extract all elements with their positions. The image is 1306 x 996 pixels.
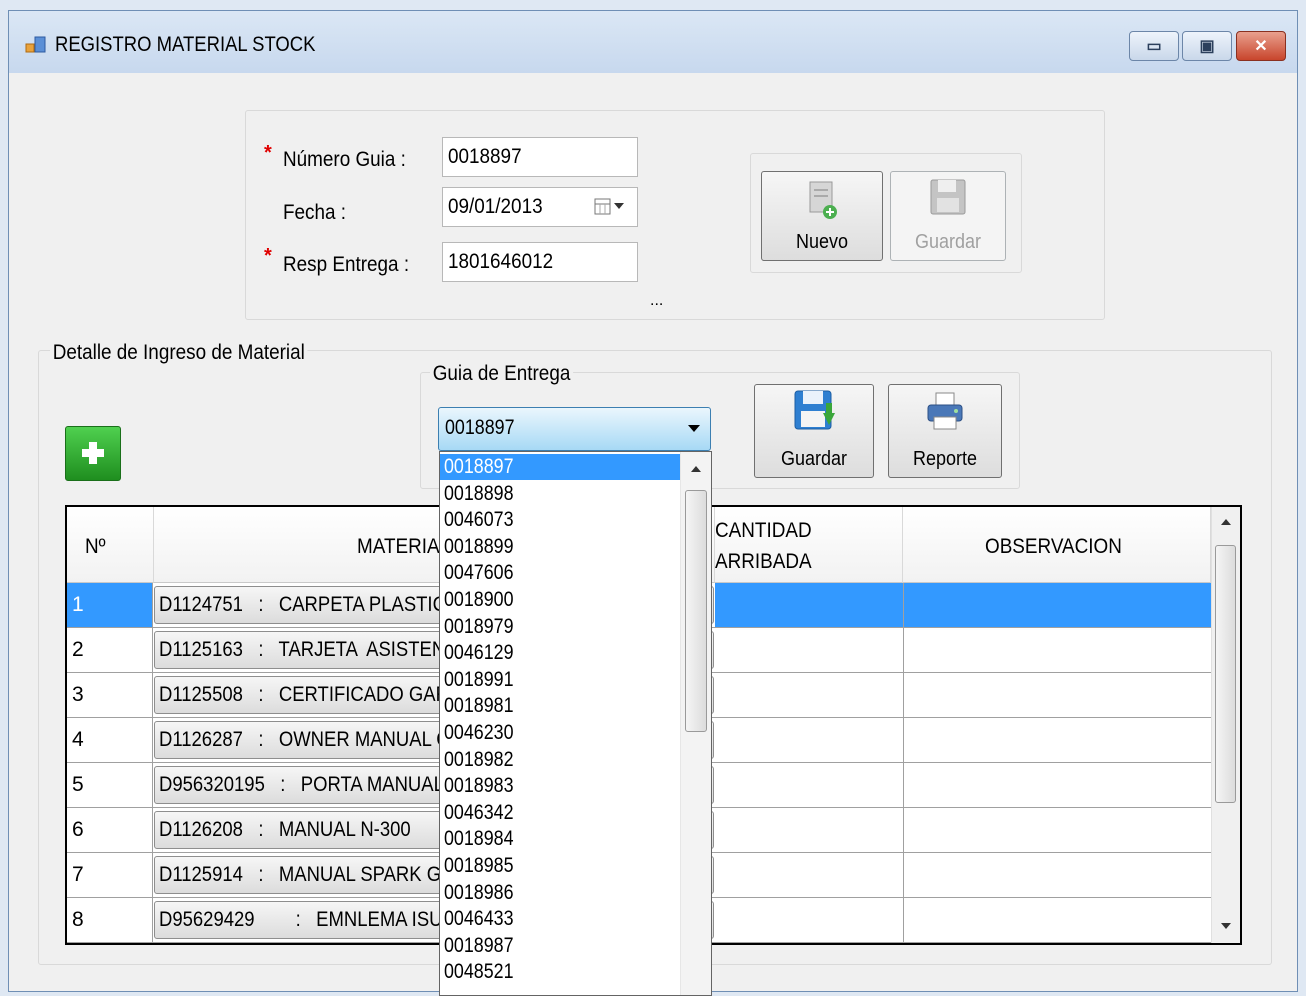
dropdown-option[interactable]: 0018987 — [440, 933, 680, 959]
minimize-icon: ▭ — [1146, 38, 1162, 55]
nuevo-button[interactable]: Nuevo — [761, 171, 883, 261]
grid-scrollbar[interactable] — [1211, 507, 1240, 943]
printer-icon — [927, 392, 963, 430]
scroll-up-icon[interactable] — [690, 464, 702, 474]
row-number[interactable]: 1 — [67, 583, 153, 627]
ellipsis-label: ... — [650, 292, 664, 309]
scroll-up-icon[interactable] — [1220, 517, 1232, 527]
cell-divider — [903, 898, 904, 942]
dropdown-option[interactable]: 0046433 — [440, 906, 680, 932]
dropdown-scrollbar[interactable] — [680, 452, 711, 995]
row-number[interactable]: 3 — [67, 673, 153, 717]
detalle-group-title: Detalle de Ingreso de Material — [50, 341, 308, 365]
row-cantidad-observacion[interactable] — [715, 853, 1211, 897]
row-cantidad-observacion[interactable] — [715, 718, 1211, 762]
guia-group-title: Guia de Entrega — [430, 362, 574, 386]
column-header-no[interactable]: Nº — [67, 507, 154, 583]
cell-divider — [903, 763, 904, 807]
dropdown-option[interactable]: 0046073 — [440, 507, 680, 533]
plus-icon — [82, 442, 104, 464]
cell-divider — [903, 718, 904, 762]
dropdown-option[interactable]: 0018985 — [440, 853, 680, 879]
dropdown-option[interactable]: 0046342 — [440, 800, 680, 826]
save-icon — [930, 179, 966, 215]
dropdown-option[interactable]: 0018983 — [440, 773, 680, 799]
cell-divider — [903, 673, 904, 717]
numero-guia-label: Número Guia : — [283, 148, 406, 171]
new-document-icon — [809, 181, 837, 219]
close-button[interactable]: ✕ — [1236, 31, 1286, 61]
fecha-label: Fecha : — [283, 201, 347, 224]
dropdown-option[interactable]: 0018897 — [440, 454, 680, 480]
dropdown-option[interactable]: 0018899 — [440, 534, 680, 560]
resp-entrega-input[interactable]: 1801646012 — [442, 242, 638, 282]
row-cantidad-observacion[interactable] — [715, 898, 1211, 942]
row-cantidad-observacion[interactable] — [715, 763, 1211, 807]
guia-select-value: 0018897 — [445, 416, 515, 439]
dropdown-option[interactable]: 0047606 — [440, 560, 680, 586]
cell-divider — [903, 853, 904, 897]
window-title: REGISTRO MATERIAL STOCK — [55, 33, 316, 56]
dropdown-scroll-thumb[interactable] — [685, 490, 707, 732]
dropdown-option[interactable]: 0046230 — [440, 720, 680, 746]
required-marker: * — [264, 142, 272, 164]
cell-divider — [903, 583, 904, 627]
row-number[interactable]: 7 — [67, 853, 153, 897]
dropdown-option[interactable]: 0018979 — [440, 614, 680, 640]
dropdown-option[interactable]: 0018898 — [440, 481, 680, 507]
scroll-down-icon[interactable] — [1220, 921, 1232, 931]
dropdown-option[interactable]: 0018991 — [440, 667, 680, 693]
title-bar: REGISTRO MATERIAL STOCK ▭ ▣ ✕ — [9, 11, 1297, 73]
row-cantidad-observacion[interactable] — [715, 808, 1211, 852]
app-icon — [25, 36, 46, 53]
reporte-button[interactable]: Reporte — [888, 384, 1002, 478]
minimize-button[interactable]: ▭ — [1129, 31, 1179, 61]
chevron-down-icon — [688, 425, 700, 432]
dropdown-option[interactable]: 0018984 — [440, 826, 680, 852]
fecha-date-picker[interactable]: 09/01/2013 — [442, 187, 638, 227]
cell-divider — [903, 808, 904, 852]
dropdown-option[interactable]: 0018900 — [440, 587, 680, 613]
row-cantidad-observacion[interactable] — [715, 583, 1211, 627]
row-number[interactable]: 8 — [67, 898, 153, 942]
guia-select[interactable]: 0018897 — [438, 407, 711, 451]
dropdown-option[interactable]: 0018986 — [440, 880, 680, 906]
row-number[interactable]: 6 — [67, 808, 153, 852]
maximize-button[interactable]: ▣ — [1182, 31, 1232, 61]
guia-dropdown-list[interactable]: 0018897 0018898 0046073 0018899 0047606 00189… — [439, 451, 712, 996]
guardar-detalle-label: Guardar — [780, 448, 848, 470]
guardar-header-button[interactable]: Guardar — [890, 171, 1006, 261]
cell-divider — [903, 628, 904, 672]
dropdown-option[interactable]: 0018981 — [440, 693, 680, 719]
guardar-detalle-button[interactable]: Guardar — [754, 384, 874, 478]
nuevo-label: Nuevo — [795, 231, 849, 253]
row-number[interactable]: 5 — [67, 763, 153, 807]
maximize-icon: ▣ — [1199, 38, 1215, 55]
column-header-observacion[interactable]: OBSERVACION — [903, 507, 1211, 583]
required-marker: * — [264, 245, 272, 267]
dropdown-option[interactable]: 0048521 — [440, 959, 680, 985]
column-header-cantidad[interactable]: CANTIDAD ARRIBADA — [715, 507, 903, 583]
row-cantidad-observacion[interactable] — [715, 673, 1211, 717]
close-icon: ✕ — [1254, 38, 1268, 55]
dropdown-option[interactable]: 0018982 — [440, 747, 680, 773]
row-cantidad-observacion[interactable] — [715, 628, 1211, 672]
row-number[interactable]: 4 — [67, 718, 153, 762]
numero-guia-input[interactable]: 0018897 — [442, 137, 638, 177]
save-icon — [794, 390, 835, 430]
row-number[interactable]: 2 — [67, 628, 153, 672]
guardar-header-label: Guardar — [914, 231, 982, 253]
dropdown-option[interactable]: 0046129 — [440, 640, 680, 666]
calendar-icon[interactable] — [593, 197, 629, 217]
reporte-label: Reporte — [912, 448, 978, 470]
add-row-button[interactable] — [65, 426, 121, 481]
resp-entrega-label: Resp Entrega : — [283, 253, 410, 276]
grid-scroll-thumb[interactable] — [1215, 545, 1236, 803]
